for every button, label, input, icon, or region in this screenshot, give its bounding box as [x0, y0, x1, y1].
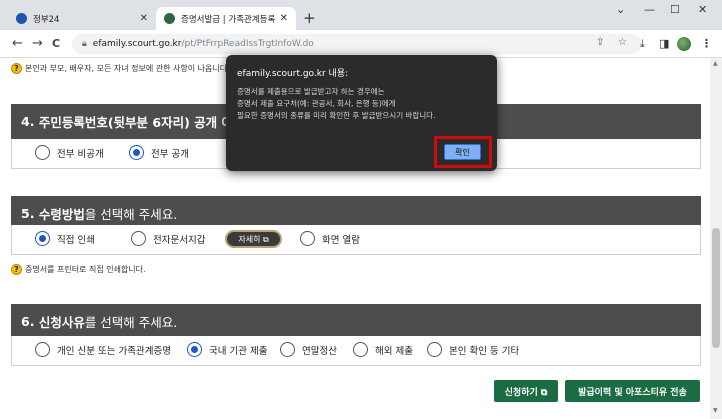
option-label: 본인 확인 등 기타 [449, 345, 520, 357]
option-label: 연말정산 [302, 345, 337, 357]
option-label: 전부 공개 [151, 148, 189, 160]
browser-tab-bar: 정부24 ✕ 증명서발급 | 가족관계등록부 ✕ + ⌄ — ☐ ✕ [0, 0, 722, 30]
section-6-rest: 를 선택해 주세요. [84, 315, 178, 330]
download-icon[interactable]: ⤓ [640, 37, 645, 51]
radio-button[interactable] [35, 342, 50, 357]
close-tab-icon[interactable]: ✕ [140, 13, 148, 24]
share-icon[interactable]: ⇪ [596, 37, 604, 48]
option-domestic-agency[interactable]: 국내 기관 제출 [187, 342, 267, 357]
ok-button-highlight: 확인 [434, 136, 492, 168]
option-label: 전부 비공개 [57, 148, 104, 160]
menu-icon[interactable]: ⋮ [701, 37, 712, 50]
option-label: 직접 인쇄 [57, 234, 95, 246]
radio-button[interactable] [280, 342, 295, 357]
option-screen-view[interactable]: 화면 열람 [300, 231, 360, 246]
alert-dialog: efamily.scourt.go.kr 내용: 증명서를 제출용으로 발급받고… [226, 55, 497, 171]
top-info-text: 본인과 부모, 배우자, 모든 자녀 정보에 관한 사항이 나옵니다 [25, 64, 228, 73]
forward-icon[interactable]: → [32, 36, 43, 51]
radio-button-selected[interactable] [129, 145, 144, 160]
section-5-highlight: 수령방법 [38, 207, 85, 222]
gov24-favicon-icon [16, 13, 27, 24]
radio-button[interactable] [427, 342, 442, 357]
option-year-end-tax[interactable]: 연말정산 [280, 342, 337, 357]
print-info-note: ? 증명서를 프린터로 직접 인쇄합니다. [11, 264, 146, 275]
question-icon: ? [11, 264, 22, 275]
scrollbar-thumb[interactable] [712, 228, 720, 348]
efamily-favicon-icon [164, 13, 175, 24]
section-4-title: 주민등록번호(뒷부분 6자리) 공개 여부 [38, 115, 245, 130]
profile-icon[interactable] [677, 37, 691, 51]
apply-button[interactable]: 신청하기 ⧉ [494, 380, 558, 402]
back-icon[interactable]: ← [12, 36, 23, 51]
tab-title: 정부24 [33, 14, 60, 25]
option-direct-print[interactable]: 직접 인쇄 [35, 231, 95, 246]
detail-button[interactable]: 자세히 ⧉ [225, 230, 282, 248]
tab-efamily[interactable]: 증명서발급 | 가족관계등록부 ✕ [156, 7, 296, 30]
radio-button[interactable] [35, 145, 50, 160]
url-field[interactable]: 🔒︎ efamily.scourt.go.kr/pt/PtFrrpReadIss… [72, 34, 642, 54]
minimize-icon[interactable]: — [644, 3, 655, 16]
dialog-message-line: 필요한 증명서의 종류를 미리 확인한 후 발급받으시기 바랍니다. [237, 111, 436, 120]
close-window-icon[interactable]: ✕ [698, 3, 707, 16]
url-path: /pt/PtFrrpReadIssTrgtInfoW.do [181, 39, 314, 49]
section-6-options: 개인 신분 또는 가족관계증명 국내 기관 제출 연말정산 해외 제출 본인 확… [11, 336, 701, 366]
sidebar-icon[interactable]: ◨ [659, 37, 669, 50]
address-bar-row: ← → C 🔒︎ efamily.scourt.go.kr/pt/PtFrrpR… [0, 30, 722, 58]
tab-gov24[interactable]: 정부24 ✕ [8, 7, 156, 30]
radio-button[interactable] [300, 231, 315, 246]
page-scrollbar[interactable]: ▲ ▼ [710, 58, 722, 419]
scroll-down-icon[interactable]: ▼ [713, 407, 718, 414]
close-tab-icon[interactable]: ✕ [280, 13, 288, 24]
reload-icon[interactable]: C [52, 37, 60, 50]
lock-icon: 🔒︎ [82, 39, 87, 49]
option-all-public[interactable]: 전부 공개 [129, 145, 189, 160]
option-label: 개인 신분 또는 가족관계증명 [57, 345, 171, 357]
option-personal-family[interactable]: 개인 신분 또는 가족관계증명 [35, 342, 171, 357]
new-tab-button[interactable]: + [303, 9, 316, 27]
print-info-text: 증명서를 프린터로 직접 인쇄합니다. [25, 265, 146, 274]
section-5-options: 직접 인쇄 전자문서지갑 자세히 ⧉ 화면 열람 [11, 225, 701, 255]
option-label: 전자문서지갑 [153, 234, 206, 246]
option-overseas[interactable]: 해외 제출 [353, 342, 413, 357]
dialog-message-line: 증명서 제출 요구처(예: 관공서, 회사, 은행 등)에게 [237, 99, 396, 108]
scroll-up-icon[interactable]: ▲ [713, 60, 718, 67]
radio-button-selected[interactable] [187, 342, 202, 357]
tab-search-icon[interactable]: ⌄ [616, 3, 625, 16]
section-6-number: 6. [21, 314, 35, 329]
option-identity-other[interactable]: 본인 확인 등 기타 [427, 342, 519, 357]
dialog-message-line: 증명서를 제출용으로 발급받고자 하는 경우에는 [237, 87, 385, 96]
option-all-private[interactable]: 전부 비공개 [35, 145, 104, 160]
radio-button-selected[interactable] [35, 231, 50, 246]
top-info-note: ? 본인과 부모, 배우자, 모든 자녀 정보에 관한 사항이 나옵니다 [11, 63, 227, 74]
star-icon[interactable]: ☆ [618, 37, 627, 48]
dialog-title: efamily.scourt.go.kr 내용: [237, 69, 349, 79]
section-4-number: 4. [21, 114, 35, 129]
option-label: 국내 기관 제출 [209, 345, 268, 357]
tab-title: 증명서발급 | 가족관계등록부 [181, 14, 276, 25]
section-6-header: 6. 신청사유 를 선택해 주세요. [11, 304, 701, 339]
issue-history-apostille-button[interactable]: 발급이력 및 아포스티유 전송 [565, 380, 700, 402]
section-5-rest: 을 선택해 주세요. [84, 207, 178, 222]
section-6-highlight: 신청사유 [38, 315, 85, 330]
option-label: 화면 열람 [322, 234, 360, 246]
radio-button[interactable] [131, 231, 146, 246]
radio-button[interactable] [353, 342, 368, 357]
question-icon: ? [11, 63, 22, 74]
option-e-wallet[interactable]: 전자문서지갑 [131, 231, 205, 246]
section-5-number: 5. [21, 206, 35, 221]
option-label: 해외 제출 [375, 345, 413, 357]
ok-button[interactable]: 확인 [444, 144, 481, 160]
url-host: efamily.scourt.go.kr [92, 39, 182, 49]
maximize-icon[interactable]: ☐ [670, 3, 680, 16]
